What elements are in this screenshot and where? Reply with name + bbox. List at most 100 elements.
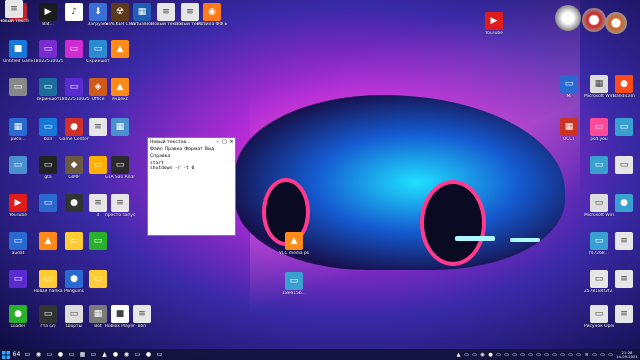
tray-icon[interactable]: ▭ [551, 349, 558, 360]
taskbar-app-button[interactable]: ▲ [99, 349, 110, 360]
desktop-icon[interactable]: ▭Рисунок OpenOffice... [584, 305, 614, 333]
desktop-icon[interactable]: ▭ гта (2) [34, 305, 62, 333]
desktop-icon[interactable]: ▭ [84, 232, 112, 260]
desktop-icon[interactable]: ▦ OCCT [555, 118, 583, 146]
tray-icon[interactable]: ▭ [575, 349, 582, 360]
desktop-icon-glyph: ● [9, 305, 27, 323]
taskbar-app-button[interactable]: ▭ [44, 349, 55, 360]
desktop-icon[interactable]: ● [610, 194, 638, 222]
notepad-text-area[interactable]: start shutdown -r -t 0 [148, 160, 235, 172]
tray-icon[interactable]: ▭ [519, 349, 526, 360]
taskbar-app-button[interactable]: ▭ [132, 349, 143, 360]
desktop-icon-glyph: ▭ [39, 156, 57, 174]
desktop-icon-glyph: ▭ [615, 118, 633, 136]
desktop-icon-glyph: ▭ [89, 232, 107, 250]
taskbar-app-button[interactable]: ▦ [77, 349, 88, 360]
desktop-icon[interactable]: ▭ скриншот [34, 78, 62, 106]
notepad-titlebar[interactable]: Новый текстов... – □ ✕ [148, 138, 235, 146]
desktop-icon[interactable]: ▭ 18e615b... [280, 272, 308, 300]
tray-clock[interactable]: 21:28 14.09.2021 [616, 350, 638, 359]
desktop-icon[interactable]: ≡ [610, 232, 638, 260]
tray-icon[interactable]: я [583, 349, 590, 360]
desktop-icon[interactable]: ▲ [106, 40, 134, 68]
desktop-icon[interactable]: ▭ Новая папка [33, 270, 63, 298]
taskbar-app-button[interactable]: ▭ [22, 349, 33, 360]
taskbar-app-button[interactable]: ● [55, 349, 66, 360]
desktop-icon[interactable]: ≡ [610, 270, 638, 298]
desktop-icon[interactable]: ◉Мозила ФФ Б... [197, 3, 227, 31]
start-button[interactable] [0, 349, 11, 360]
tray-icon[interactable]: ▭ [463, 349, 470, 360]
tray-icon[interactable]: ▲ [455, 349, 462, 360]
desktop-icon[interactable]: ≡Новый текстовый [0, 0, 29, 28]
desktop-icon[interactable]: ▭ psd.you [585, 118, 613, 146]
memory-meter-gadget[interactable] [605, 12, 627, 34]
desktop-icon[interactable]: ▲ [34, 232, 62, 260]
menu-format[interactable]: Формат [184, 147, 203, 152]
tray-icon[interactable]: ▭ [535, 349, 542, 360]
minimize-icon[interactable]: – [214, 138, 221, 146]
taskbar-app-button[interactable]: ▭ [154, 349, 165, 360]
close-icon[interactable]: ✕ [228, 138, 235, 146]
desktop-icon[interactable]: ▭ 18022510025 [33, 40, 63, 68]
taskbar-app-button[interactable]: ◉ [121, 349, 132, 360]
desktop-icon[interactable]: ▦ [106, 118, 134, 146]
desktop-icon[interactable]: ▭ gta [34, 156, 62, 184]
desktop-icon[interactable]: ▶ YouTube [4, 194, 32, 222]
tray-icon[interactable]: ▭ [527, 349, 534, 360]
tray-icon[interactable]: ▭ [495, 349, 502, 360]
desktop-icon[interactable]: ▭ [585, 156, 613, 184]
tray-icon[interactable]: ▭ [543, 349, 550, 360]
taskbar-app-button[interactable]: 64 [11, 349, 22, 360]
desktop-icon[interactable]: ▭Microsoft Wireless ... [584, 194, 614, 222]
desktop-icon[interactable]: ▭ 2578184f2f2... [584, 270, 614, 298]
desktop-icon[interactable]: ▲ яндекс [106, 78, 134, 106]
desktop-icon[interactable]: ■ Untitled Game [3, 40, 33, 68]
desktop-icon[interactable]: ▭ [34, 194, 62, 222]
desktop-icon[interactable]: ▭ ball [34, 118, 62, 146]
desktop-icon[interactable]: ▲VLC media player [279, 232, 309, 260]
taskbar-app-button[interactable]: ● [143, 349, 154, 360]
desktop-icon[interactable]: ▭ [4, 78, 32, 106]
desktop-icon[interactable]: ▶ Bat... [34, 3, 62, 31]
menu-file[interactable]: Файл [150, 147, 163, 152]
desktop-icon[interactable]: ≡ вбп [128, 305, 156, 333]
desktop-icon[interactable]: ▭ [84, 270, 112, 298]
desktop-icon[interactable]: ▭GTA San Andreas [105, 156, 135, 184]
desktop-icon[interactable]: ▭ f47268... [585, 232, 613, 260]
tray-icon[interactable]: ◉ [479, 349, 486, 360]
tray-icon[interactable]: ▭ [471, 349, 478, 360]
desktop-icon[interactable]: ▭ audat [4, 232, 32, 260]
notepad-window[interactable]: Новый текстов... – □ ✕ Файл Правка Форма… [147, 137, 236, 236]
desktop-icon[interactable]: ▭ [4, 270, 32, 298]
menu-view[interactable]: Вид [205, 147, 214, 152]
desktop-icon[interactable]: ▦ рисо... [4, 118, 32, 146]
menu-help[interactable]: Справка [150, 154, 170, 159]
desktop-icon[interactable]: ● Loader [4, 305, 32, 333]
desktop-icon[interactable]: ▭ [610, 118, 638, 146]
desktop-icon[interactable]: ≡просто запуск видео [105, 194, 135, 222]
tray-icon[interactable]: ▭ [599, 349, 606, 360]
desktop-icon-glyph: ▭ [111, 156, 129, 174]
desktop-icon[interactable]: ▭ [610, 156, 638, 184]
menu-edit[interactable]: Правка [165, 147, 182, 152]
taskbar-app-button[interactable]: ● [110, 349, 121, 360]
desktop-icon[interactable]: ▶ YouTube [480, 12, 508, 40]
taskbar-app-button[interactable]: ◉ [33, 349, 44, 360]
desktop-icon[interactable]: ▭ [4, 156, 32, 184]
maximize-icon[interactable]: □ [221, 138, 228, 146]
tray-icon[interactable]: ● [487, 349, 494, 360]
tray-icon[interactable]: ▭ [607, 349, 614, 360]
taskbar-app-button[interactable]: ▭ [66, 349, 77, 360]
desktop-icon[interactable]: ▭ Mi [555, 75, 583, 103]
tray-icon[interactable]: ▭ [591, 349, 598, 360]
clock-gadget[interactable] [555, 5, 581, 31]
tray-icon[interactable]: ▭ [567, 349, 574, 360]
cpu-meter-gadget[interactable] [582, 8, 606, 32]
tray-icon[interactable]: ▭ [559, 349, 566, 360]
tray-icon[interactable]: ▭ [511, 349, 518, 360]
desktop-icon[interactable]: ● Bandicam [610, 75, 638, 103]
tray-icon[interactable]: ▭ [503, 349, 510, 360]
taskbar-app-button[interactable]: ▭ [88, 349, 99, 360]
desktop-icon[interactable]: ≡ [610, 305, 638, 333]
